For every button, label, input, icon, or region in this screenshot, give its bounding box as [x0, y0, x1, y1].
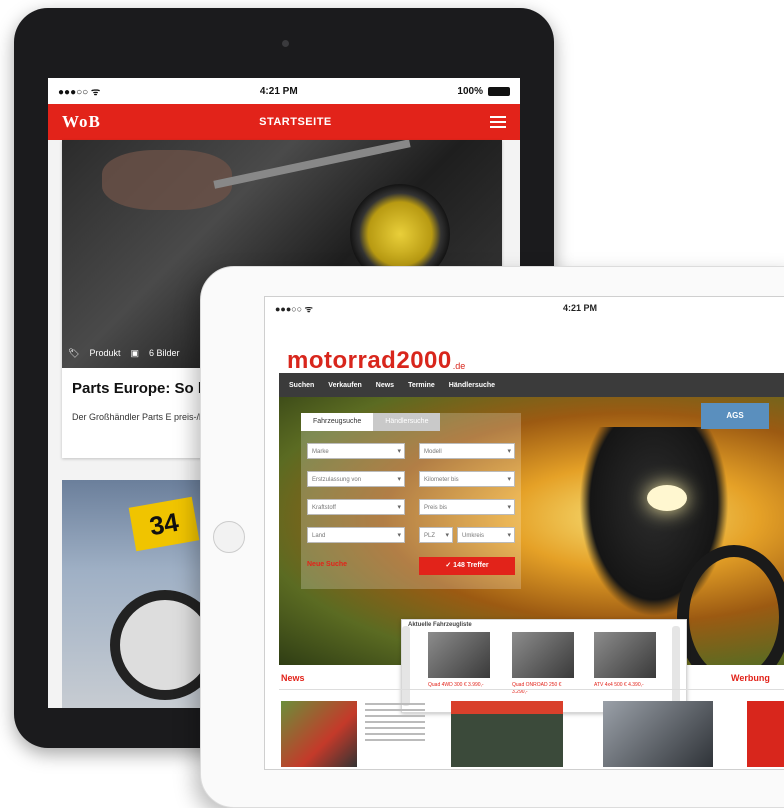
hamburger-menu-icon[interactable]	[489, 116, 506, 128]
carousel-prev[interactable]	[402, 626, 410, 706]
top-navbar: WoB STARTSEITE	[48, 104, 520, 140]
site-logo[interactable]: WoB	[62, 112, 101, 132]
ad-image[interactable]	[747, 701, 784, 767]
camera	[282, 40, 289, 47]
menu-item-verkaufen[interactable]: Verkaufen	[328, 382, 361, 389]
carousel-label: Aktuelle Fahrzeugliste	[408, 622, 472, 628]
news-image[interactable]	[281, 701, 357, 767]
mileage-select[interactable]: Kilometer bis	[419, 471, 515, 488]
search-panel: Fahrzeugsuche Händlersuche Marke Modell …	[301, 413, 521, 589]
dealer-image[interactable]	[451, 701, 563, 767]
fuel-select[interactable]: Kraftstoff	[307, 499, 405, 516]
carrier-signal-2: ●●●○○ ᯤ	[275, 303, 313, 314]
tab-haendlersuche[interactable]: Händlersuche	[373, 413, 441, 431]
menu-item-haendlersuche[interactable]: Händlersuche	[449, 382, 495, 389]
status-bar-2: ●●●○○ ᯤ 4:21 PM	[265, 297, 784, 319]
status-time: 4:21 PM	[259, 85, 298, 97]
news-heading[interactable]: News	[281, 673, 305, 683]
vehicle-thumb-1[interactable]	[428, 632, 490, 678]
status-time-2: 4:21 PM	[563, 303, 598, 313]
bike-image[interactable]	[603, 701, 713, 767]
home-button[interactable]	[213, 521, 245, 553]
article-meta: 🏷 Produkt ▣ 6 Bilder	[68, 348, 180, 359]
article-headline[interactable]: Parts Europe: So k	[72, 380, 206, 397]
partner-badge[interactable]: AGS	[701, 403, 769, 429]
meta-gallery: 6 Bilder	[148, 348, 180, 358]
site-brand[interactable]: motorrad2000 .de	[265, 319, 784, 381]
vehicle-caption-3[interactable]: ATV 4x4 500 € 4.390,-	[594, 682, 658, 689]
vehicle-caption-1[interactable]: Quad 4WD 300 € 3.990,-	[428, 682, 492, 689]
menu-item-termine[interactable]: Termine	[408, 382, 435, 389]
ads-heading: Werbung	[731, 673, 770, 683]
status-bar: ●●●○○ ᯤ 4:21 PM 100%	[48, 78, 520, 104]
gallery-icon: ▣	[130, 348, 139, 358]
race-number: 34	[128, 496, 200, 552]
vehicle-carousel: Aktuelle Fahrzeugliste Quad 4WD 300 € 3.…	[401, 619, 687, 713]
country-select[interactable]: Land	[307, 527, 405, 544]
battery-icon	[487, 86, 510, 96]
vehicle-thumb-3[interactable]	[594, 632, 656, 678]
meta-category: Produkt	[89, 348, 121, 358]
radius-select[interactable]: Umkreis	[457, 527, 515, 544]
model-select[interactable]: Modell	[419, 443, 515, 460]
front-tablet-screen: ●●●○○ ᯤ 4:21 PM motorrad2000 .de Suchen …	[264, 296, 784, 770]
zip-input[interactable]: PLZ	[419, 527, 453, 544]
menu-item-suchen[interactable]: Suchen	[289, 382, 314, 389]
news-text[interactable]	[365, 703, 425, 743]
nav-title[interactable]: STARTSEITE	[259, 116, 332, 128]
carrier-signal: ●●●○○ ᯤ	[58, 87, 101, 98]
registration-select[interactable]: Erstzulassung von	[307, 471, 405, 488]
battery-label: 100%	[457, 85, 483, 97]
price-select[interactable]: Preis bis	[419, 499, 515, 516]
make-select[interactable]: Marke	[307, 443, 405, 460]
search-results-button[interactable]: ✓ 148 Treffer	[419, 557, 515, 575]
vehicle-thumb-2[interactable]	[512, 632, 574, 678]
brand-name: motorrad2000	[287, 347, 452, 374]
carousel-next[interactable]	[672, 626, 680, 706]
section-divider	[279, 689, 784, 690]
brand-tld: .de	[452, 361, 466, 371]
main-menu: Suchen Verkaufen News Termine Händlersuc…	[279, 373, 784, 397]
tag-icon: 🏷	[68, 348, 80, 358]
menu-item-news[interactable]: News	[376, 382, 394, 389]
new-search-link[interactable]: Neue Suche	[307, 561, 347, 568]
tab-fahrzeugsuche[interactable]: Fahrzeugsuche	[301, 413, 374, 431]
